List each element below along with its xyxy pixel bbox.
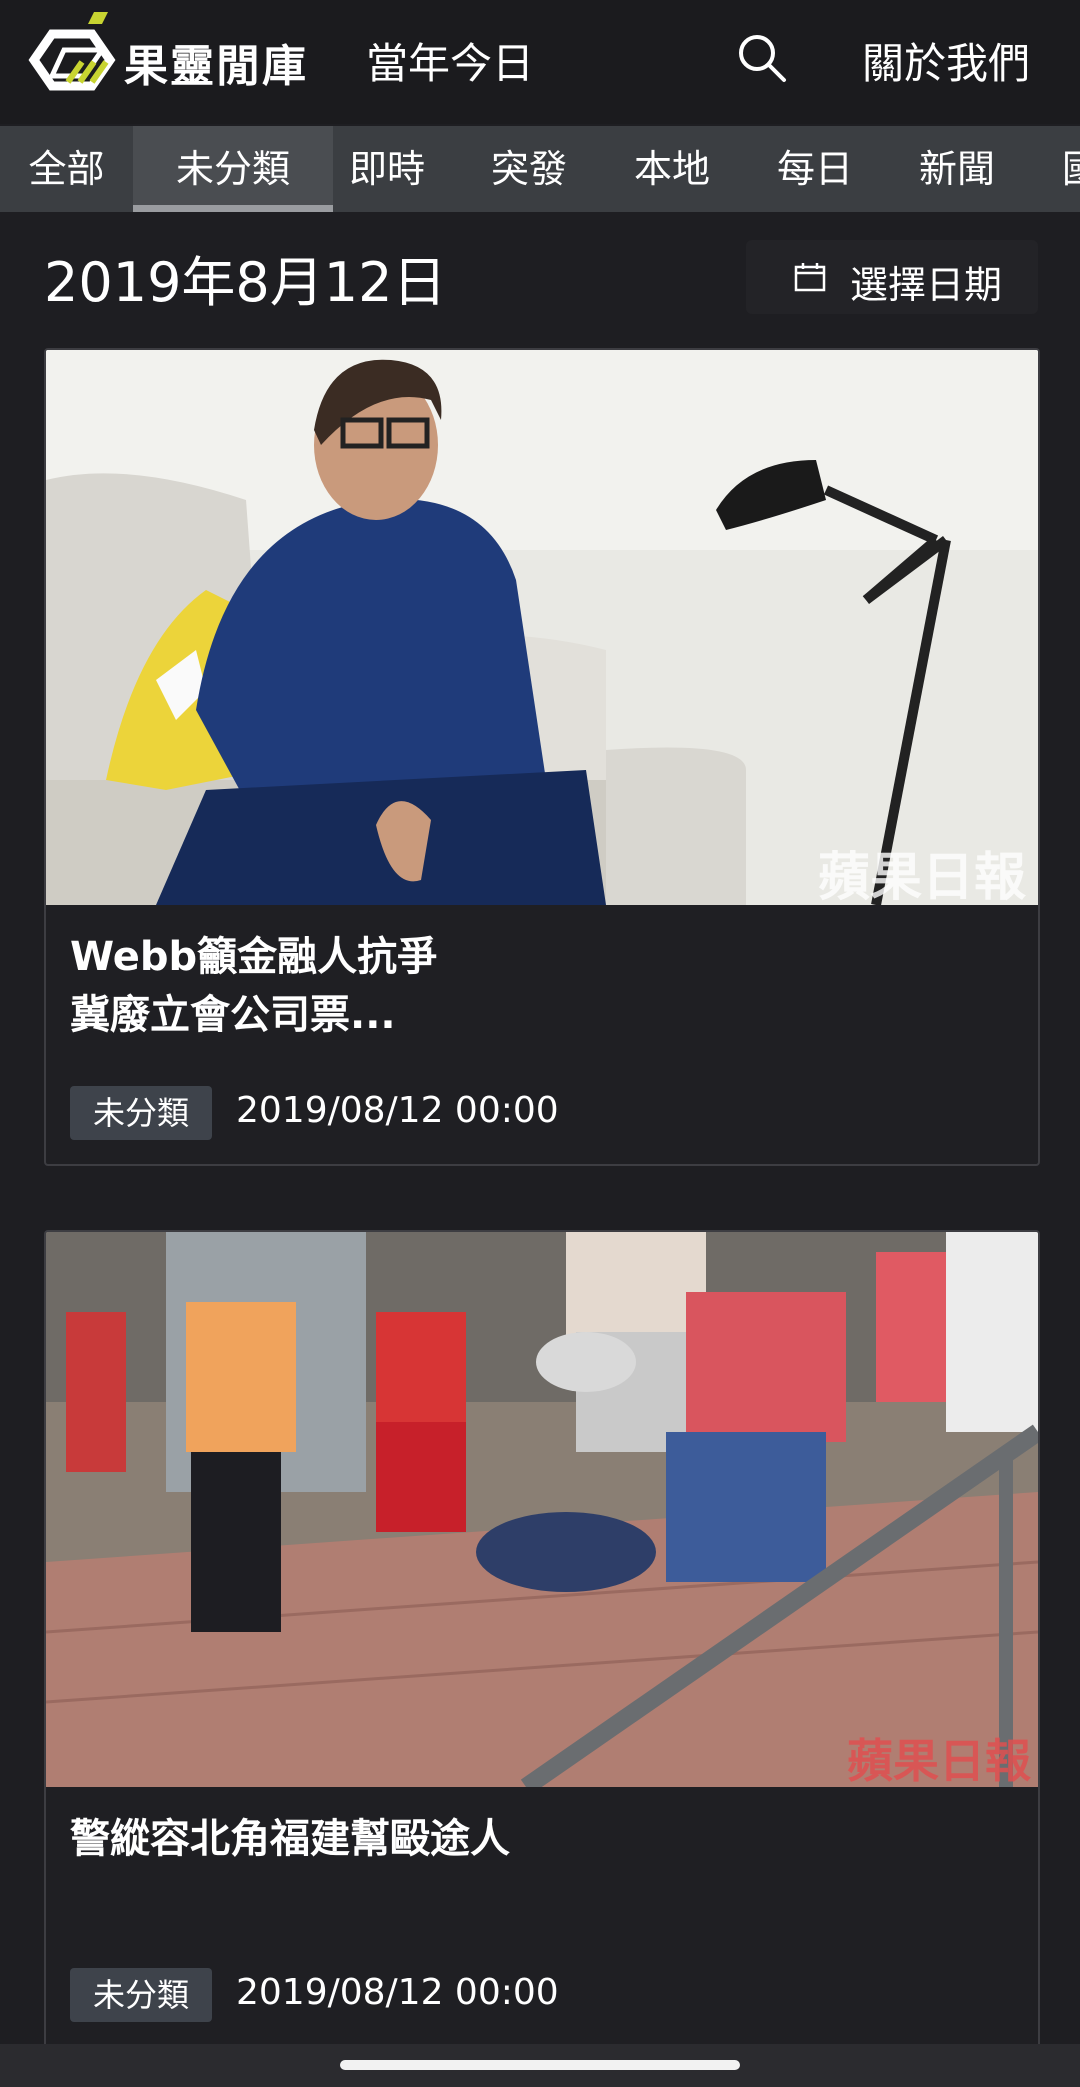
tab-instant[interactable]: 即時 xyxy=(333,126,441,212)
calendar-icon xyxy=(794,263,826,292)
category-tabs: 全部 未分類 即時 突發 本地 每日 新聞 國 xyxy=(0,126,1080,212)
nav-about-us[interactable]: 關於我們 xyxy=(862,30,1030,91)
tab-breaking[interactable]: 突發 xyxy=(458,126,600,212)
nav-today-in-history[interactable]: 當年今日 xyxy=(366,30,534,91)
tab-uncategorized[interactable]: 未分類 xyxy=(133,126,333,212)
article-card[interactable]: 蘋果日報 警縱容北角福建幫毆途人 未分類 2019/08/12 00:00 xyxy=(44,1230,1040,2054)
article-photo[interactable]: 蘋果日報 xyxy=(46,1232,1038,1787)
tab-local[interactable]: 本地 xyxy=(600,126,744,212)
app-logo-icon[interactable] xyxy=(22,10,117,110)
tab-news[interactable]: 新聞 xyxy=(886,126,1028,212)
tab-all[interactable]: 全部 xyxy=(0,126,133,212)
article-timestamp: 2019/08/12 00:00 xyxy=(236,1090,559,1131)
tab-daily[interactable]: 每日 xyxy=(744,126,886,212)
photo-watermark: 蘋果日報 xyxy=(847,1734,1031,1787)
article-title[interactable]: Webb籲金融人抗爭 冀廢立會公司票... xyxy=(70,928,437,1044)
select-date-button[interactable]: 選擇日期 xyxy=(746,240,1038,314)
article-title-line: Webb籲金融人抗爭 xyxy=(70,934,438,980)
article-title-line: 警縱容北角福建幫毆途人 xyxy=(70,1816,510,1862)
category-badge[interactable]: 未分類 xyxy=(70,1086,212,1140)
search-icon[interactable] xyxy=(736,32,788,84)
app-header: 果靈閒庫 當年今日 關於我們 xyxy=(0,0,1080,124)
article-timestamp: 2019/08/12 00:00 xyxy=(236,1972,559,2013)
article-photo[interactable]: 蘋果日報 xyxy=(46,350,1038,905)
article-card[interactable]: 蘋果日報 Webb籲金融人抗爭 冀廢立會公司票... 未分類 2019/08/1… xyxy=(44,348,1040,1166)
home-indicator[interactable] xyxy=(340,2060,740,2070)
category-badge[interactable]: 未分類 xyxy=(70,1968,212,2022)
tab-international[interactable]: 國 xyxy=(1062,126,1080,212)
article-title[interactable]: 警縱容北角福建幫毆途人 xyxy=(70,1810,510,1868)
photo-watermark: 蘋果日報 xyxy=(818,848,1026,905)
brand-name[interactable]: 果靈閒庫 xyxy=(124,30,308,94)
page-date-title: 2019年8月12日 xyxy=(44,251,447,314)
select-date-label: 選擇日期 xyxy=(850,263,1003,307)
article-title-line: 冀廢立會公司票... xyxy=(70,992,396,1038)
